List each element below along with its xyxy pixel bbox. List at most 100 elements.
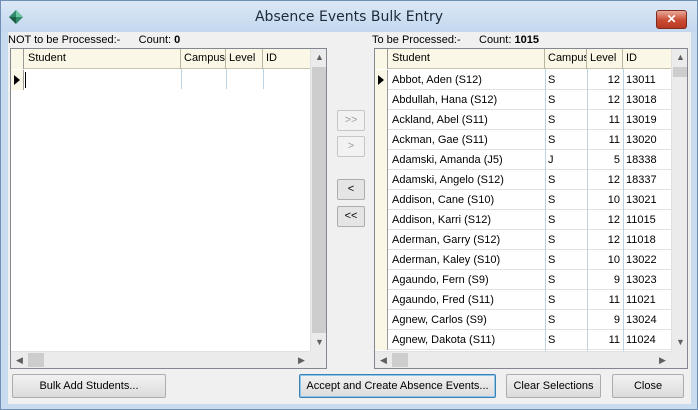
cell-level: 11 <box>608 334 620 346</box>
col-divider <box>263 69 264 89</box>
table-row[interactable]: Abbot, Aden (S12) S 12 13011 <box>375 70 687 90</box>
table-row[interactable]: Aderman, Garry (S12) S 12 11018 <box>375 230 687 250</box>
left-horizontal-scrollbar[interactable]: ◀ ▶ <box>11 351 310 368</box>
left-col-id[interactable]: ID <box>263 49 311 69</box>
left-grid-header: Student Campus Level ID <box>11 49 326 69</box>
row-indicator[interactable] <box>375 70 388 90</box>
dialog-body: NOT to be Processed:- Count: 0 Student C… <box>8 32 691 404</box>
cell-student: Agnew, Dakota (S11) <box>392 334 496 346</box>
accept-create-absence-events-button[interactable]: Accept and Create Absence Events... <box>299 374 496 398</box>
table-row[interactable]: Adamski, Angelo (S12) S 12 18337 <box>375 170 687 190</box>
row-indicator[interactable] <box>375 230 388 250</box>
table-row[interactable]: Abdullah, Hana (S12) S 12 13018 <box>375 90 687 110</box>
table-row[interactable]: Agnew, Dakota (S11) S 11 11024 <box>375 330 687 350</box>
row-indicator[interactable] <box>375 110 388 130</box>
cell-level: 11 <box>608 294 620 306</box>
cell-student: Ackman, Gae (S11) <box>392 134 488 146</box>
right-horizontal-scrollbar[interactable]: ◀ ▶ <box>375 351 671 368</box>
row-indicator[interactable] <box>375 270 388 290</box>
remove-all-button[interactable]: << <box>337 206 365 227</box>
scroll-up-icon[interactable]: ▲ <box>672 49 687 66</box>
right-col-student[interactable]: Student <box>389 49 545 69</box>
left-col-level[interactable]: Level <box>226 49 263 69</box>
right-vertical-scrollbar[interactable]: ▲ ▼ <box>671 49 687 351</box>
scroll-right-icon[interactable]: ▶ <box>654 352 671 368</box>
close-button[interactable]: Close <box>612 374 684 398</box>
right-col-campus[interactable]: Campus <box>545 49 587 69</box>
cell-student: Addison, Cane (S10) <box>392 194 495 206</box>
scroll-thumb[interactable] <box>392 353 408 367</box>
table-row[interactable]: Agnew, Carlos (S9) S 9 13024 <box>375 310 687 330</box>
scroll-left-icon[interactable]: ◀ <box>375 352 392 368</box>
row-indicator[interactable] <box>375 170 388 190</box>
left-grid-rows <box>11 70 326 368</box>
scroll-left-icon[interactable]: ◀ <box>11 352 28 368</box>
cell-student: Aderman, Garry (S12) <box>392 234 501 246</box>
cell-id: 13020 <box>626 134 657 146</box>
cell-student: Abdullah, Hana (S12) <box>392 94 498 106</box>
clear-selections-button[interactable]: Clear Selections <box>506 374 601 398</box>
table-row[interactable]: Addison, Karri (S12) S 12 11015 <box>375 210 687 230</box>
left-col-campus[interactable]: Campus <box>181 49 226 69</box>
row-indicator[interactable] <box>375 150 388 170</box>
row-indicator[interactable] <box>375 310 388 330</box>
cell-id: 13019 <box>626 114 657 126</box>
table-row[interactable]: Addison, Cane (S10) S 10 13021 <box>375 190 687 210</box>
right-grid-header: Student Campus Level ID <box>375 49 687 69</box>
cell-level: 12 <box>607 74 620 86</box>
right-col-id[interactable]: ID <box>623 49 673 69</box>
cell-campus: S <box>548 234 556 246</box>
not-processed-grid[interactable]: Student Campus Level ID ▲ ▼ ◀ ▶ <box>10 48 327 369</box>
scroll-thumb[interactable] <box>28 353 44 367</box>
row-indicator[interactable] <box>375 130 388 150</box>
cell-id: 13011 <box>626 74 656 86</box>
left-col-student[interactable]: Student <box>25 49 181 69</box>
scroll-down-icon[interactable]: ▼ <box>672 334 687 351</box>
cell-student: Ackland, Abel (S11) <box>392 114 488 126</box>
left-caption-label: NOT to be Processed:- <box>8 34 121 46</box>
cell-id: 13022 <box>626 254 657 266</box>
cell-id: 11024 <box>626 334 656 346</box>
scroll-up-icon[interactable]: ▲ <box>311 49 326 66</box>
cell-campus: S <box>548 94 556 106</box>
row-indicator[interactable] <box>375 90 388 110</box>
table-row[interactable]: Agaundo, Fern (S9) S 9 13023 <box>375 270 687 290</box>
window-close-button[interactable]: ✕ <box>656 10 687 29</box>
cell-id: 18338 <box>626 154 657 166</box>
row-indicator[interactable] <box>375 190 388 210</box>
cell-student: Agaundo, Fern (S9) <box>392 274 489 286</box>
dialog-window: Absence Events Bulk Entry ✕ NOT to be Pr… <box>0 0 698 410</box>
row-indicator[interactable] <box>375 290 388 310</box>
table-row[interactable]: Ackman, Gae (S11) S 11 13020 <box>375 130 687 150</box>
col-divider <box>181 69 182 89</box>
cell-id: 11015 <box>626 214 656 226</box>
left-vertical-scrollbar[interactable]: ▲ ▼ <box>310 49 326 351</box>
table-row[interactable]: Agaundo, Fred (S11) S 11 11021 <box>375 290 687 310</box>
right-list-caption: To be Processed:- Count: 1015 <box>372 34 539 46</box>
cell-level: 12 <box>607 174 620 186</box>
table-row[interactable]: Adamski, Amanda (J5) J 5 18338 <box>375 150 687 170</box>
table-row[interactable]: Ackland, Abel (S11) S 11 13019 <box>375 110 687 130</box>
row-indicator[interactable] <box>375 330 388 350</box>
right-grid-rows: Abbot, Aden (S12) S 12 13011 Abdullah, Hana … <box>375 70 687 368</box>
scroll-thumb[interactable] <box>312 67 326 333</box>
bulk-add-students-button[interactable]: Bulk Add Students... <box>12 374 166 398</box>
cell-level: 11 <box>608 134 620 146</box>
left-new-row[interactable] <box>11 70 326 90</box>
scroll-right-icon[interactable]: ▶ <box>293 352 310 368</box>
table-row[interactable]: Aderman, Kaley (S10) S 10 13022 <box>375 250 687 270</box>
scroll-thumb[interactable] <box>673 67 687 77</box>
row-indicator <box>11 70 24 90</box>
scroll-corner <box>310 351 326 368</box>
row-indicator[interactable] <box>375 210 388 230</box>
title-bar[interactable]: Absence Events Bulk Entry ✕ <box>1 1 697 32</box>
to-be-processed-grid[interactable]: Student Campus Level ID Abbot, Aden (S12… <box>374 48 688 369</box>
row-indicator[interactable] <box>375 250 388 270</box>
current-row-arrow-icon <box>378 75 384 85</box>
right-col-level[interactable]: Level <box>587 49 623 69</box>
scroll-down-icon[interactable]: ▼ <box>311 334 326 351</box>
add-all-button[interactable]: >> <box>337 110 365 131</box>
add-selected-button[interactable]: > <box>337 136 365 157</box>
remove-selected-button[interactable]: < <box>337 179 365 200</box>
cell-level: 9 <box>613 274 620 286</box>
